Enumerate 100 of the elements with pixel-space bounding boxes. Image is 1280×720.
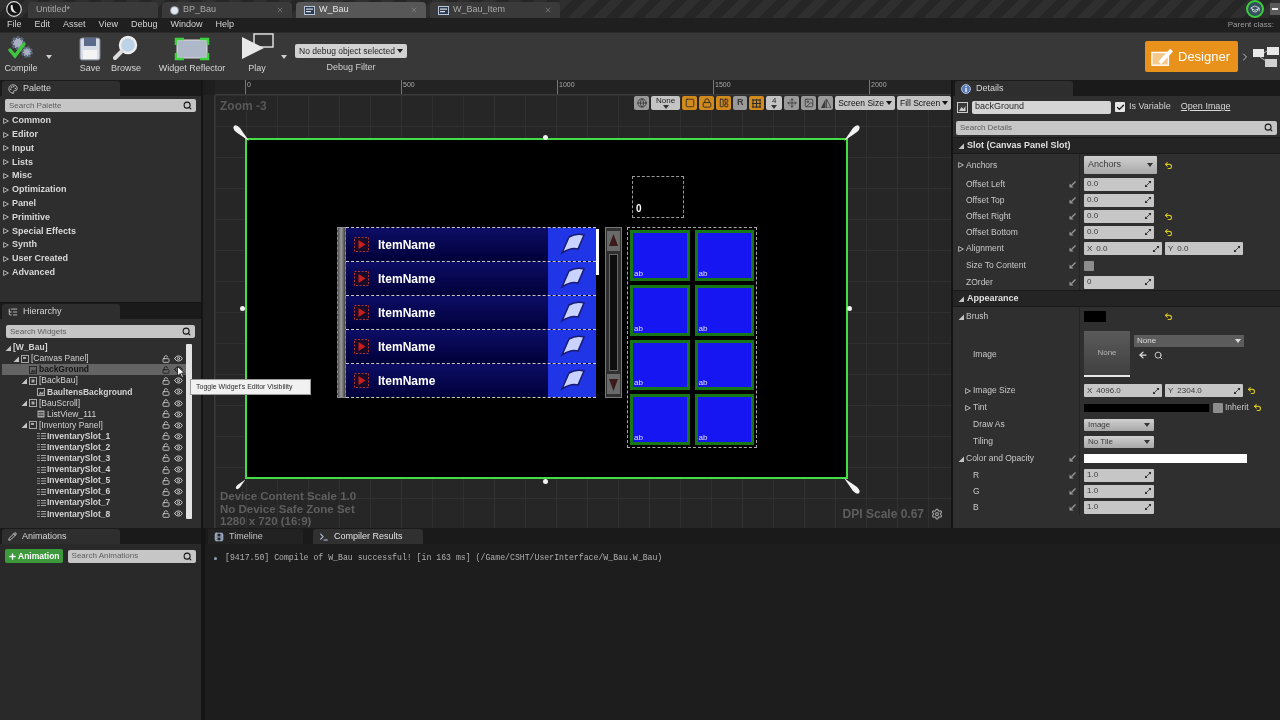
- unlocked-padlock-icon[interactable]: [162, 498, 170, 507]
- diagonal-arrow-icon[interactable]: [1069, 262, 1076, 269]
- expand-arrow-icon[interactable]: [958, 313, 964, 320]
- arrow-left-icon[interactable]: [1138, 350, 1148, 360]
- expand-arrow-icon[interactable]: [3, 131, 9, 138]
- expand-arrow-icon[interactable]: [958, 455, 964, 462]
- resize-handle[interactable]: [543, 135, 548, 140]
- document-tab[interactable]: Untitled*: [28, 2, 158, 18]
- diagonal-arrow-icon[interactable]: [1069, 471, 1076, 479]
- move-toggle[interactable]: [784, 96, 800, 110]
- menu-item[interactable]: Asset: [63, 18, 86, 32]
- eye-icon[interactable]: [174, 354, 183, 364]
- number-field[interactable]: 0: [1084, 275, 1154, 289]
- document-tab[interactable]: W_Bau_Item: [430, 2, 560, 18]
- add-animation-button[interactable]: Animation: [5, 549, 63, 563]
- number-field[interactable]: 1.0: [1084, 484, 1154, 498]
- palette-category[interactable]: Optimization: [0, 183, 201, 197]
- eye-icon[interactable]: [174, 509, 183, 519]
- number-field[interactable]: 1.0: [1084, 500, 1154, 514]
- number-field[interactable]: X 0.0: [1084, 242, 1162, 255]
- eye-icon[interactable]: [174, 454, 183, 463]
- eye-icon[interactable]: [174, 376, 183, 386]
- eye-icon[interactable]: [174, 476, 183, 486]
- expand-arrow-icon[interactable]: [3, 117, 9, 124]
- expand-arrow-icon[interactable]: [3, 214, 9, 221]
- mirror-toggle[interactable]: [818, 96, 834, 110]
- graduation-cap-icon[interactable]: [1246, 0, 1264, 18]
- resize-handle[interactable]: [847, 306, 852, 311]
- number-field[interactable]: 0.0: [1084, 177, 1154, 191]
- menu-item[interactable]: Window: [170, 18, 203, 32]
- details-search-field[interactable]: Search Details: [956, 120, 1277, 135]
- outline-toggle[interactable]: [682, 96, 698, 110]
- search-icon[interactable]: [1154, 350, 1163, 360]
- section-header[interactable]: Slot (Canvas Panel Slot): [953, 137, 1280, 154]
- toggle-button[interactable]: R: [733, 96, 748, 110]
- expand-arrow-icon[interactable]: [3, 159, 9, 166]
- checkbox[interactable]: [1084, 260, 1094, 271]
- number-field[interactable]: Y 0.0: [1165, 242, 1243, 255]
- checkbox[interactable]: [1213, 402, 1223, 413]
- diagonal-arrow-icon[interactable]: [1069, 455, 1076, 462]
- eye-icon[interactable]: [174, 387, 183, 397]
- play-button[interactable]: Play: [240, 33, 274, 80]
- tree-item[interactable]: ListView_111: [2, 408, 186, 420]
- eye-icon[interactable]: [174, 465, 183, 475]
- checkbox[interactable]: [1115, 102, 1125, 112]
- document-tab[interactable]: BP_Bau: [162, 2, 292, 18]
- number-field[interactable]: 1.0: [1084, 468, 1154, 482]
- tree-item[interactable]: [Inventory Panel]: [2, 419, 186, 431]
- expand-arrow-icon[interactable]: [3, 145, 9, 152]
- animations-tab[interactable]: Animations: [2, 529, 120, 544]
- eye-icon[interactable]: [174, 398, 183, 408]
- tree-item[interactable]: InventarySlot_6: [2, 486, 186, 498]
- expand-arrow-icon[interactable]: [965, 404, 971, 411]
- unlocked-padlock-icon[interactable]: [162, 421, 170, 430]
- menu-item[interactable]: Edit: [34, 18, 51, 32]
- unlocked-padlock-icon[interactable]: [162, 387, 170, 396]
- document-tab[interactable]: W_Bau: [296, 2, 426, 18]
- dropdown[interactable]: Anchors: [1084, 156, 1157, 174]
- asset-dropdown[interactable]: None: [1134, 335, 1244, 347]
- reset-arrow-icon[interactable]: [1164, 227, 1173, 237]
- eye-icon[interactable]: [174, 431, 183, 441]
- unlocked-padlock-icon[interactable]: [162, 487, 170, 496]
- unlocked-padlock-icon[interactable]: [162, 509, 170, 518]
- browse-button[interactable]: Browse: [108, 33, 144, 80]
- expand-arrow-icon[interactable]: [958, 295, 964, 302]
- palette-category[interactable]: Lists: [0, 155, 201, 170]
- tree-item[interactable]: InventarySlot_3: [2, 452, 186, 465]
- palette-category[interactable]: Primitive: [0, 210, 201, 225]
- dropdown-button[interactable]: Fill Screen: [896, 96, 951, 110]
- palette-category[interactable]: Advanced: [0, 265, 201, 280]
- diagonal-arrow-icon[interactable]: [1069, 503, 1076, 511]
- dropdown[interactable]: No Tile: [1084, 435, 1154, 448]
- tree-item[interactable]: [BauScroll]: [2, 397, 186, 409]
- tree-item[interactable]: [BackBau]: [2, 375, 186, 387]
- expand-arrow-icon[interactable]: [3, 200, 9, 207]
- palette-tab[interactable]: Palette: [2, 81, 120, 96]
- eye-icon[interactable]: [174, 409, 183, 419]
- eye-icon[interactable]: [174, 487, 183, 497]
- palette-category[interactable]: Panel: [0, 196, 201, 211]
- reset-arrow-icon[interactable]: [1252, 403, 1262, 412]
- save-button[interactable]: Save: [78, 33, 102, 80]
- unlocked-padlock-icon[interactable]: [162, 454, 170, 463]
- unlocked-padlock-icon[interactable]: [162, 354, 170, 363]
- settings-icon[interactable]: [931, 508, 943, 520]
- hierarchy-tab[interactable]: Hierarchy: [2, 304, 120, 319]
- palette-category[interactable]: Common: [0, 114, 201, 128]
- node-graph-icon[interactable]: [1252, 44, 1280, 69]
- section-header[interactable]: Appearance: [953, 290, 1280, 307]
- compile-button[interactable]: Compile: [3, 33, 39, 80]
- debug-object-dropdown[interactable]: No debug object selected: [295, 44, 407, 58]
- dropdown-button[interactable]: 4: [766, 96, 783, 110]
- image-toggle[interactable]: [801, 96, 817, 110]
- diagonal-arrow-icon[interactable]: [1069, 212, 1076, 220]
- number-field[interactable]: 0.0: [1084, 225, 1154, 239]
- lock-toggle[interactable]: [699, 96, 715, 110]
- resize-handle[interactable]: [843, 477, 861, 495]
- palette-category[interactable]: Misc: [0, 169, 201, 183]
- palette-category[interactable]: Special Effects: [0, 224, 201, 239]
- eye-icon[interactable]: [174, 442, 183, 452]
- unlocked-padlock-icon[interactable]: [162, 399, 170, 407]
